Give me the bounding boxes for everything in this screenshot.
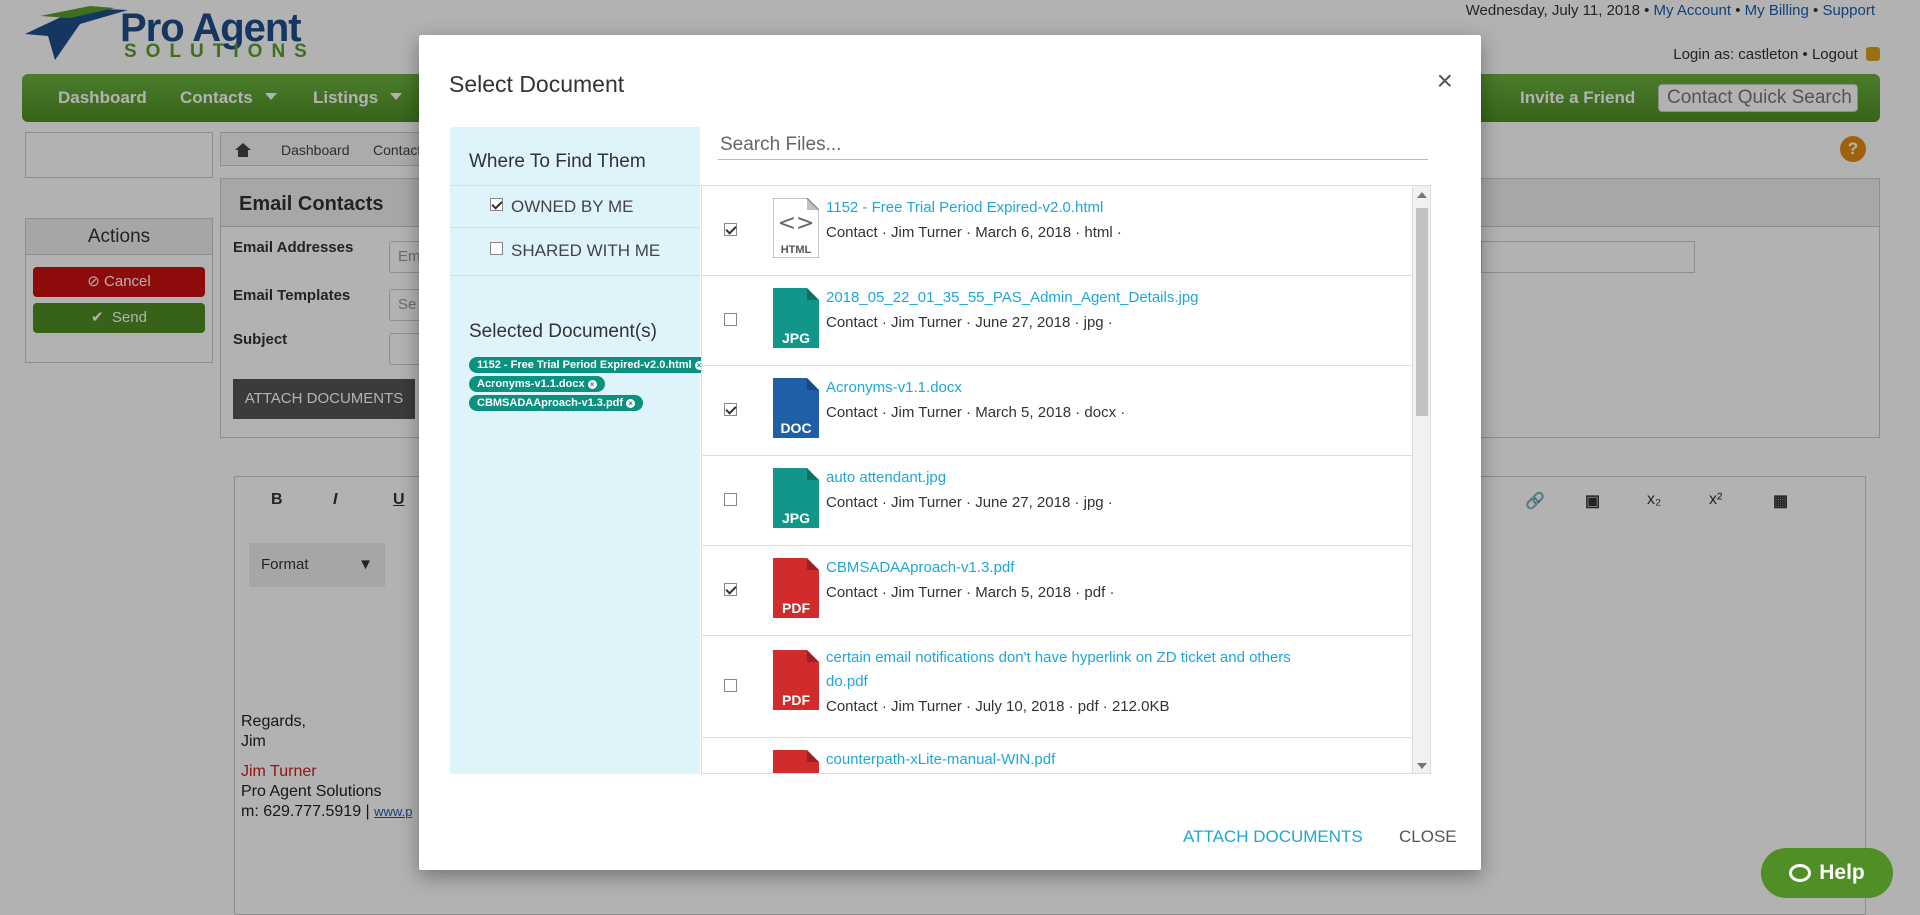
- selected-doc-tag-label: CBMSADAAproach-v1.3.pdf: [477, 397, 624, 409]
- html-file-icon: <> HTML: [773, 198, 819, 258]
- scroll-up-icon[interactable]: [1417, 192, 1427, 198]
- file-name-link[interactable]: 1152 - Free Trial Period Expired-v2.0.ht…: [826, 196, 1326, 220]
- file-name-link[interactable]: auto attendant.jpg: [826, 466, 1326, 490]
- shared-with-me-checkbox[interactable]: [490, 242, 503, 255]
- file-type-label: JPG: [782, 510, 810, 526]
- file-meta: Contact · Jim Turner · June 27, 2018 · j…: [826, 314, 1113, 331]
- file-row[interactable]: JPG 2018_05_22_01_35_55_PAS_Admin_Agent_D…: [702, 276, 1414, 366]
- file-type-label: PDF: [782, 600, 810, 616]
- file-row[interactable]: PDF certain email notifications don't hav…: [702, 636, 1414, 738]
- selected-doc-tag: CBMSADAAproach-v1.3.pdf ×: [469, 395, 644, 411]
- selected-documents-tags: 1152 - Free Trial Period Expired-v2.0.ht…: [469, 355, 712, 412]
- pdf-file-icon: PDF: [773, 650, 819, 710]
- file-select-checkbox[interactable]: [724, 679, 737, 692]
- selected-doc-tag: 1152 - Free Trial Period Expired-v2.0.ht…: [469, 357, 712, 373]
- file-row[interactable]: PDF CBMSADAAproach-v1.3.pdf Contact · Jim …: [702, 546, 1414, 636]
- selected-doc-tag: Acronyms-v1.1.docx ×: [469, 376, 605, 392]
- help-button-label: Help: [1819, 861, 1865, 884]
- pdf-file-icon: PDF: [773, 558, 819, 618]
- file-meta: Contact · Jim Turner · March 6, 2018 · h…: [826, 224, 1122, 241]
- shared-with-me-option[interactable]: SHARED WITH ME: [490, 241, 660, 261]
- file-name-link[interactable]: counterpath-xLite-manual-WIN.pdf: [826, 748, 1326, 772]
- file-select-checkbox[interactable]: [724, 403, 737, 416]
- where-to-find-heading: Where To Find Them: [469, 151, 646, 172]
- file-row[interactable]: JPG auto attendant.jpg Contact · Jim Turne…: [702, 456, 1414, 546]
- scroll-down-icon[interactable]: [1417, 763, 1427, 769]
- search-files-input[interactable]: [718, 130, 1428, 160]
- jpg-file-icon: JPG: [773, 288, 819, 348]
- file-select-checkbox[interactable]: [724, 313, 737, 326]
- modal-title: Select Document: [449, 71, 625, 97]
- file-name-link[interactable]: certain email notifications don't have h…: [826, 646, 1326, 694]
- divider: [450, 185, 700, 186]
- owned-by-me-label: OWNED BY ME: [511, 197, 634, 216]
- select-document-modal: Select Document × Where To Find Them OWN…: [419, 35, 1481, 870]
- file-meta: Contact · Jim Turner · July 10, 2018 · p…: [826, 698, 1170, 715]
- selected-doc-tag-label: 1152 - Free Trial Period Expired-v2.0.ht…: [477, 359, 692, 371]
- divider: [450, 275, 700, 276]
- file-name-link[interactable]: 2018_05_22_01_35_55_PAS_Admin_Agent_Deta…: [826, 286, 1326, 310]
- remove-icon[interactable]: ×: [626, 399, 636, 408]
- file-list-scrollbar[interactable]: [1412, 186, 1430, 773]
- file-type-label: HTML: [781, 244, 812, 256]
- attach-documents-button[interactable]: ATTACH DOCUMENTS: [1183, 827, 1363, 847]
- pdf-file-icon: PDF: [773, 750, 819, 773]
- file-type-label: JPG: [782, 330, 810, 346]
- filter-sidebar: Where To Find Them OWNED BY ME SHARED WI…: [450, 127, 712, 774]
- divider: [450, 227, 700, 228]
- selected-doc-tag-label: Acronyms-v1.1.docx: [477, 378, 585, 390]
- scrollbar-thumb[interactable]: [1416, 208, 1428, 416]
- close-button[interactable]: CLOSE: [1399, 827, 1457, 847]
- chat-bubble-icon: [1789, 864, 1812, 882]
- file-meta: Contact · Jim Turner · June 27, 2018 · j…: [826, 494, 1113, 511]
- owned-by-me-checkbox[interactable]: [490, 198, 503, 211]
- file-name-link[interactable]: CBMSADAAproach-v1.3.pdf: [826, 556, 1326, 580]
- remove-icon[interactable]: ×: [587, 380, 597, 389]
- file-list: <> HTML 1152 - Free Trial Period Expired-v…: [701, 185, 1431, 774]
- file-select-checkbox[interactable]: [724, 493, 737, 506]
- file-name-link[interactable]: Acronyms-v1.1.docx: [826, 376, 1326, 400]
- file-meta: Contact · Jim Turner · March 5, 2018 · d…: [826, 404, 1126, 421]
- selected-documents-heading: Selected Document(s): [469, 321, 657, 342]
- owned-by-me-option[interactable]: OWNED BY ME: [490, 197, 633, 217]
- close-icon[interactable]: ×: [1437, 65, 1453, 97]
- help-button[interactable]: Help: [1761, 848, 1893, 898]
- svg-text:<>: <>: [778, 211, 815, 236]
- file-type-label: DOC: [780, 420, 811, 436]
- file-meta: Contact · Jim Turner · March 5, 2018 · p…: [826, 584, 1115, 601]
- jpg-file-icon: JPG: [773, 468, 819, 528]
- file-select-checkbox[interactable]: [724, 223, 737, 236]
- file-select-checkbox[interactable]: [724, 583, 737, 596]
- file-type-label: PDF: [782, 692, 810, 708]
- doc-file-icon: DOC: [773, 378, 819, 438]
- file-row[interactable]: PDF counterpath-xLite-manual-WIN.pdf: [702, 738, 1414, 773]
- file-row[interactable]: <> HTML 1152 - Free Trial Period Expired-v…: [702, 186, 1414, 276]
- shared-with-me-label: SHARED WITH ME: [511, 241, 661, 260]
- file-row[interactable]: DOC Acronyms-v1.1.docx Contact · Jim Turne…: [702, 366, 1414, 456]
